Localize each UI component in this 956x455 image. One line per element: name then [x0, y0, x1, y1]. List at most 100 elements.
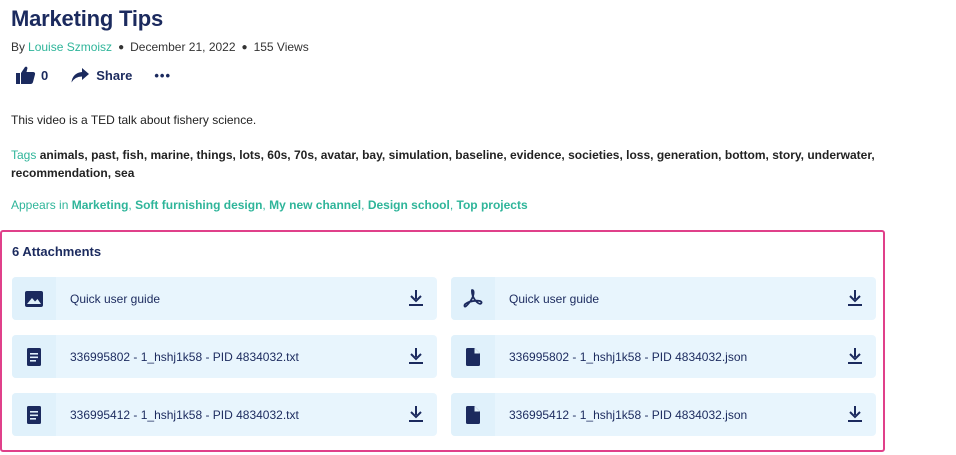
- file-icon: [451, 393, 495, 436]
- tag-separator: ,: [619, 148, 623, 162]
- attachment-item[interactable]: 336995802 - 1_hshj1k58 - PID 4834032.txt: [12, 335, 437, 378]
- tag-separator: ,: [287, 148, 291, 162]
- tag-separator: ,: [107, 166, 112, 180]
- tag-item[interactable]: 60s: [267, 148, 287, 162]
- tag-item[interactable]: past: [91, 148, 116, 162]
- tag-separator: ,: [800, 148, 804, 162]
- text-file-icon: [12, 393, 56, 436]
- attachments-panel: 6 Attachments Quick user guide Quick user…: [0, 230, 885, 452]
- channel-list: Marketing, Soft furnishing design, My ne…: [72, 198, 528, 212]
- tag-item[interactable]: baseline: [455, 148, 503, 162]
- tag-item[interactable]: recommendation: [11, 166, 108, 180]
- attachments-title: 6 Attachments: [12, 244, 102, 259]
- tag-separator: ,: [561, 148, 565, 162]
- tag-separator: ,: [84, 148, 88, 162]
- attachment-name: 336995802 - 1_hshj1k58 - PID 4834032.txt: [70, 349, 299, 364]
- pdf-icon: [451, 277, 495, 320]
- file-icon: [451, 335, 495, 378]
- attachment-item[interactable]: Quick user guide: [12, 277, 437, 320]
- attachment-name: 336995412 - 1_hshj1k58 - PID 4834032.txt: [70, 407, 299, 422]
- tags-label: Tags: [11, 148, 37, 162]
- share-button[interactable]: Share: [71, 67, 133, 83]
- tag-separator: ,: [503, 148, 507, 162]
- tags-line: Tags animals, past, fish, marine, things…: [11, 146, 891, 182]
- channel-link[interactable]: Soft furnishing design: [135, 198, 262, 212]
- tag-separator: ,: [355, 148, 359, 162]
- tag-item[interactable]: story: [772, 148, 800, 162]
- tag-separator: ,: [143, 148, 148, 162]
- tag-separator: ,: [765, 148, 769, 162]
- attachments-grid: Quick user guide Quick user guide 33699580…: [12, 277, 876, 436]
- more-options-button[interactable]: •••: [154, 68, 171, 83]
- separator-dot: ●: [118, 41, 125, 53]
- thumbs-up-icon: [16, 66, 36, 84]
- tag-separator: ,: [650, 148, 654, 162]
- view-count: 155 Views: [253, 40, 309, 54]
- page-title: Marketing Tips: [11, 6, 164, 31]
- more-dots-icon: •••: [154, 67, 172, 83]
- tag-item[interactable]: things: [197, 148, 233, 162]
- tag-separator: ,: [189, 148, 194, 162]
- publish-date: December 21, 2022: [130, 40, 236, 54]
- appears-in-line: Appears in Marketing, Soft furnishing de…: [11, 198, 528, 212]
- attachment-name: Quick user guide: [70, 291, 161, 306]
- separator-dot: ●: [241, 41, 248, 53]
- tag-item[interactable]: 70s: [294, 148, 314, 162]
- download-icon[interactable]: [848, 290, 862, 311]
- channel-separator: ,: [128, 198, 132, 212]
- tag-item[interactable]: simulation: [389, 148, 449, 162]
- attachment-item[interactable]: 336995412 - 1_hshj1k58 - PID 4834032.txt: [12, 393, 437, 436]
- download-icon[interactable]: [409, 348, 423, 369]
- channel-separator: ,: [262, 198, 266, 212]
- channel-separator: ,: [449, 198, 454, 212]
- attachment-name: 336995412 - 1_hshj1k58 - PID 4834032.jso…: [509, 407, 748, 422]
- tag-item[interactable]: lots: [239, 148, 260, 162]
- tag-item[interactable]: societies: [568, 148, 619, 162]
- download-icon[interactable]: [848, 348, 862, 369]
- tag-separator: ,: [232, 148, 236, 162]
- tag-list: animals, past, fish, marine, things, lot…: [11, 148, 875, 180]
- tag-item[interactable]: avatar: [321, 148, 356, 162]
- tag-item[interactable]: animals: [40, 148, 85, 162]
- channel-link[interactable]: Marketing: [72, 198, 129, 212]
- video-meta: By Louise Szmoisz ● December 21, 2022 ● …: [11, 40, 309, 54]
- tag-separator: ,: [381, 148, 386, 162]
- channel-link[interactable]: Design school: [368, 198, 450, 212]
- tag-item[interactable]: marine: [151, 148, 190, 162]
- attachment-item[interactable]: 336995412 - 1_hshj1k58 - PID 4834032.jso…: [451, 393, 876, 436]
- download-icon[interactable]: [848, 406, 862, 427]
- tag-separator: ,: [871, 148, 875, 162]
- tag-separator: ,: [260, 148, 264, 162]
- tag-item[interactable]: loss: [626, 148, 650, 162]
- tag-item[interactable]: sea: [114, 166, 134, 180]
- tag-separator: ,: [314, 148, 318, 162]
- share-arrow-icon: [71, 67, 90, 83]
- tag-item[interactable]: fish: [122, 148, 143, 162]
- channel-link[interactable]: Top projects: [457, 198, 528, 212]
- tag-separator: ,: [718, 148, 722, 162]
- tag-item[interactable]: bay: [362, 148, 382, 162]
- attachment-item[interactable]: 336995802 - 1_hshj1k58 - PID 4834032.jso…: [451, 335, 876, 378]
- tag-item[interactable]: underwater: [807, 148, 871, 162]
- attachment-name: 336995802 - 1_hshj1k58 - PID 4834032.jso…: [509, 349, 748, 364]
- action-bar: 0 Share •••: [16, 66, 171, 84]
- share-label: Share: [96, 67, 133, 83]
- author-link[interactable]: Louise Szmoisz: [28, 40, 112, 54]
- tag-separator: ,: [115, 148, 120, 162]
- tag-separator: ,: [448, 148, 452, 162]
- by-label: By: [11, 40, 26, 54]
- video-description: This video is a TED talk about fishery s…: [11, 113, 257, 127]
- like-count: 0: [41, 67, 49, 83]
- tag-item[interactable]: generation: [657, 148, 718, 162]
- channel-link[interactable]: My new channel: [269, 198, 361, 212]
- like-button[interactable]: 0: [16, 66, 48, 84]
- channel-separator: ,: [361, 198, 365, 212]
- attachment-name: Quick user guide: [509, 291, 600, 306]
- tag-item[interactable]: evidence: [510, 148, 561, 162]
- attachment-item[interactable]: Quick user guide: [451, 277, 876, 320]
- tag-item[interactable]: bottom: [725, 148, 766, 162]
- text-file-icon: [12, 335, 56, 378]
- download-icon[interactable]: [409, 290, 423, 311]
- appears-in-label: Appears in: [11, 198, 69, 212]
- download-icon[interactable]: [409, 406, 423, 427]
